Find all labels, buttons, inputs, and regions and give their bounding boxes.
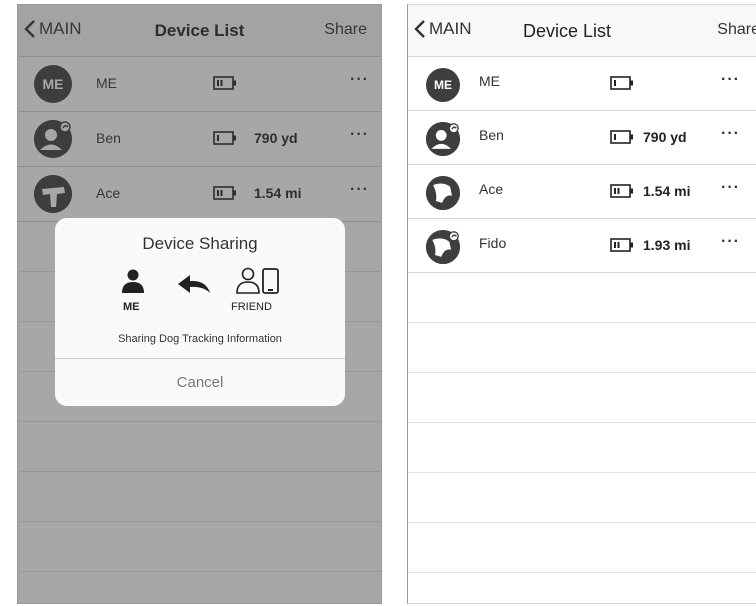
avatar-me: ME bbox=[426, 68, 460, 102]
device-distance: 790 yd bbox=[643, 129, 687, 145]
nav-bar: MAIN Device List Share bbox=[408, 5, 756, 57]
device-distance: 1.93 mi bbox=[643, 237, 691, 253]
empty-row bbox=[408, 423, 756, 473]
empty-row bbox=[408, 473, 756, 523]
device-row-ben[interactable]: Ben 790 yd ··· bbox=[408, 111, 756, 165]
share-arrow-icon bbox=[178, 275, 210, 293]
battery-low-icon bbox=[610, 76, 633, 90]
device-distance: 1.54 mi bbox=[643, 183, 691, 199]
more-options-button[interactable]: ··· bbox=[721, 233, 740, 251]
share-diagram: ME FRIEND bbox=[55, 267, 345, 317]
dialog-title: Device Sharing bbox=[142, 234, 258, 253]
empty-row bbox=[408, 523, 756, 573]
avatar-fido bbox=[426, 230, 460, 264]
device-row-ace[interactable]: Ace 1.54 mi ··· bbox=[408, 165, 756, 219]
device-row-me[interactable]: ME ME ··· bbox=[408, 57, 756, 111]
dog-avatar-icon bbox=[426, 230, 460, 264]
avatar-ace bbox=[426, 176, 460, 210]
page-title: Device List bbox=[522, 21, 612, 41]
device-sharing-dialog: Device Sharing ME FRIEND Sharing Dog Tra… bbox=[55, 218, 345, 406]
person-avatar-icon bbox=[426, 122, 460, 156]
avatar-ben bbox=[426, 122, 460, 156]
battery-medium-icon bbox=[610, 184, 633, 198]
person-icon bbox=[122, 269, 144, 293]
cancel-button[interactable]: Cancel bbox=[55, 374, 345, 391]
dialog-subtitle: Sharing Dog Tracking Information bbox=[118, 333, 282, 345]
device-row-fido[interactable]: Fido 1.93 mi ··· bbox=[408, 219, 756, 273]
device-name: Fido bbox=[479, 235, 507, 251]
empty-row bbox=[408, 323, 756, 373]
device-list: ME ME ··· Ben 790 yd ··· Ace 1.54 mi ··· bbox=[408, 57, 756, 573]
divider bbox=[55, 358, 345, 359]
share-button[interactable]: Share bbox=[717, 21, 756, 39]
battery-low-icon bbox=[610, 130, 633, 144]
dog-avatar-icon bbox=[426, 176, 460, 210]
device-name: ME bbox=[479, 73, 500, 89]
friend-label: FRIEND bbox=[231, 301, 272, 313]
me-label: ME bbox=[123, 301, 140, 313]
device-list-screen-sharing: MAIN Device List Share ME ME ··· Ben 790… bbox=[17, 4, 382, 604]
device-name: Ace bbox=[479, 181, 504, 197]
friend-phone-icon bbox=[236, 267, 279, 294]
more-options-button[interactable]: ··· bbox=[721, 125, 740, 143]
battery-medium-icon bbox=[610, 238, 633, 252]
empty-row bbox=[408, 373, 756, 423]
more-options-button[interactable]: ··· bbox=[721, 179, 740, 197]
more-options-button[interactable]: ··· bbox=[721, 71, 740, 89]
device-name: Ben bbox=[479, 127, 504, 143]
empty-row bbox=[408, 273, 756, 323]
device-list-screen: MAIN Device List Share ME ME ··· Ben 790… bbox=[407, 4, 756, 604]
